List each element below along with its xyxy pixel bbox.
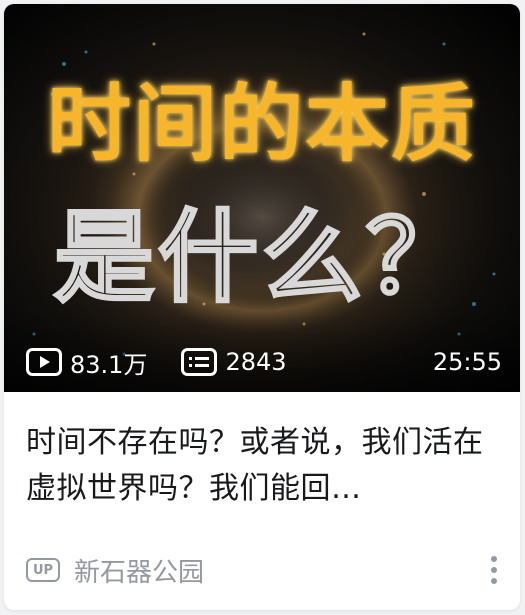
video-card[interactable]: 时间的本质 是什么？ 83.1万 2843 25:55 时间不存在吗？或者说，我… [4, 4, 520, 610]
video-stats: 83.1万 2843 [26, 344, 321, 380]
danmaku-count-text: 2843 [225, 348, 287, 376]
more-vertical-icon[interactable] [482, 552, 506, 588]
danmaku-icon [181, 348, 218, 376]
video-title[interactable]: 时间不存在吗？或者说，我们活在虚拟世界吗？我们能回… [26, 420, 498, 512]
video-duration: 25:55 [432, 348, 502, 376]
thumbnail-subheadline: 是什么？ [53, 199, 470, 316]
danmaku-count: 2843 [181, 348, 287, 376]
view-count-text: 83.1万 [70, 350, 148, 379]
thumbnail-headline: 时间的本质 [46, 75, 477, 173]
up-badge-icon: UP [26, 558, 60, 582]
view-count: 83.1万 [26, 345, 147, 380]
author-row: UP 新石器公园 [26, 550, 506, 590]
author-name[interactable]: 新石器公园 [74, 552, 204, 589]
play-icon [26, 348, 62, 376]
video-thumbnail[interactable]: 时间的本质 是什么？ 83.1万 2843 25:55 [4, 4, 520, 392]
